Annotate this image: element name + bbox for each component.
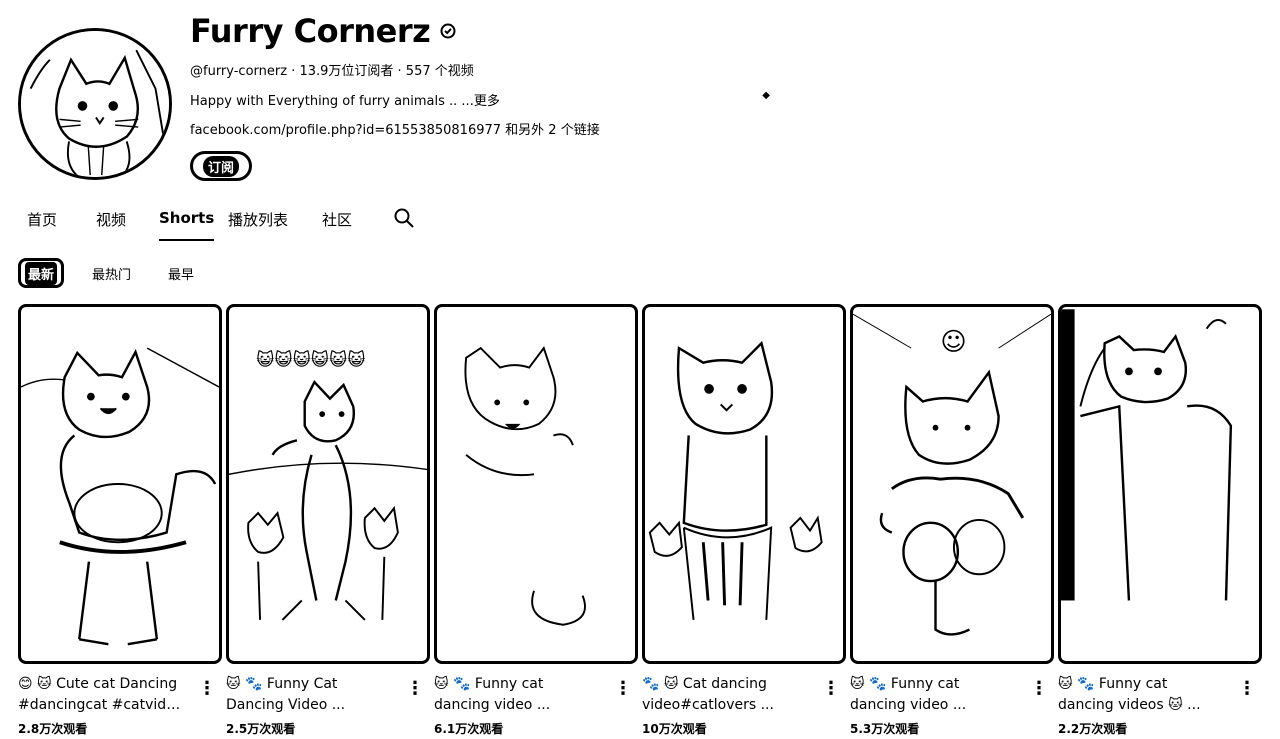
short-title[interactable]: 😊 🐱 Cute cat Dancing #dancingcat #catvid… xyxy=(18,674,186,716)
short-views: 10万次观看 xyxy=(642,722,707,736)
chip-oldest[interactable]: 最早 xyxy=(168,258,194,288)
short-views: 5.3万次观看 xyxy=(850,722,920,736)
thumb-overlay-emojis: 😺😺😺😺😺😺 xyxy=(256,350,365,371)
short-title-line: 🐾 🐱 Cat dancing xyxy=(642,676,767,692)
subscribe-label: 订阅 xyxy=(203,155,240,177)
chip-latest-label: 最新 xyxy=(25,261,58,285)
short-title-line: 🐱 🐾 Funny Cat xyxy=(226,676,338,692)
tab-videos[interactable]: 视频 xyxy=(96,200,126,240)
short-views: 6.1万次观看 xyxy=(434,722,504,736)
short-title-line: dancing video ... xyxy=(434,697,551,713)
short-title-line: 🐱 🐾 Funny cat xyxy=(1058,676,1168,692)
shorts-grid: 😊 🐱 Cute cat Dancing #dancingcat #catvid… xyxy=(18,304,1262,739)
unfold-icon[interactable]: ◆ xyxy=(762,90,770,109)
short-views: 2.2万次观看 xyxy=(1058,722,1128,736)
short-title-line: 😊 🐱 Cute cat Dancing xyxy=(18,676,178,692)
dancing-cat-image: ☺ xyxy=(853,313,1051,636)
short-title-line: video#catlovers ... xyxy=(642,697,774,713)
search-icon[interactable] xyxy=(393,207,415,229)
dancing-cat-image xyxy=(1061,309,1233,601)
short-card[interactable]: 🐱 🐾 Funny cat dancing video ... ⋮ 6.1万次观… xyxy=(434,304,638,736)
short-views: 2.8万次观看 xyxy=(18,722,88,736)
dancing-cat-image xyxy=(648,340,823,620)
more-vertical-icon[interactable]: ⋮ xyxy=(1030,680,1048,700)
more-vertical-icon[interactable]: ⋮ xyxy=(198,680,216,700)
chip-popular[interactable]: 最热门 xyxy=(92,258,131,288)
thumb-overlay-smiley: ☺ xyxy=(940,327,966,356)
verified-check-icon xyxy=(440,23,456,39)
short-thumbnail[interactable] xyxy=(642,304,846,664)
short-title[interactable]: 🐱 🐾 Funny Cat Dancing Video ... xyxy=(226,674,394,716)
short-thumbnail[interactable] xyxy=(18,304,222,664)
more-vertical-icon[interactable]: ⋮ xyxy=(1238,680,1256,700)
channel-meta: @furry-cornerz · 13.9万位订阅者 · 557 个视频 xyxy=(190,64,474,79)
more-vertical-icon[interactable]: ⋮ xyxy=(614,680,632,700)
short-thumbnail[interactable]: 😺😺😺😺😺😺 xyxy=(226,304,430,664)
dancing-cat-image: 😺😺😺😺😺😺 xyxy=(229,350,427,621)
short-title-line: dancing video ... xyxy=(850,697,967,713)
cat-avatar-image xyxy=(21,31,169,177)
more-vertical-icon[interactable]: ⋮ xyxy=(406,680,424,700)
chip-latest[interactable]: 最新 xyxy=(18,258,65,288)
subscribe-button[interactable]: 订阅 xyxy=(190,151,253,181)
short-title-line: dancing videos 🐱 ... xyxy=(1058,697,1201,713)
short-card[interactable]: ☺ 🐱 🐾 Funny cat dancing video ... ⋮ 5.3万… xyxy=(850,304,1054,736)
short-card[interactable]: 😊 🐱 Cute cat Dancing #dancingcat #catvid… xyxy=(18,304,222,736)
channel-description-row[interactable]: Happy with Everything of furry animals .… xyxy=(190,90,770,109)
channel-name: Furry Cornerz xyxy=(190,12,431,50)
channel-avatar[interactable] xyxy=(18,28,172,180)
dancing-cat-image xyxy=(464,346,586,626)
short-card[interactable]: 🐾 🐱 Cat dancing video#catlovers ... ⋮ 10… xyxy=(642,304,846,736)
short-card[interactable]: 🐱 🐾 Funny cat dancing videos 🐱 ... ⋮ 2.2… xyxy=(1058,304,1262,736)
short-title-line: #dancingcat #catvide... xyxy=(18,697,186,713)
dancing-cat-image xyxy=(21,347,219,646)
short-title[interactable]: 🐾 🐱 Cat dancing video#catlovers ... xyxy=(642,674,810,716)
more-vertical-icon[interactable]: ⋮ xyxy=(822,680,840,700)
tab-playlists[interactable]: 播放列表 xyxy=(228,200,288,240)
channel-title: Furry Cornerz xyxy=(190,12,456,50)
short-thumbnail[interactable] xyxy=(434,304,638,664)
short-title-line: 🐱 🐾 Funny cat xyxy=(434,676,544,692)
channel-links[interactable]: facebook.com/profile.php?id=615538508169… xyxy=(190,119,600,138)
short-title[interactable]: 🐱 🐾 Funny cat dancing video ... xyxy=(850,674,1018,716)
channel-description[interactable]: Happy with Everything of furry animals .… xyxy=(190,90,500,109)
short-title[interactable]: 🐱 🐾 Funny cat dancing video ... xyxy=(434,674,602,716)
tab-home[interactable]: 首页 xyxy=(27,200,57,240)
tab-shorts[interactable]: Shorts xyxy=(159,200,215,241)
short-thumbnail[interactable]: ☺ xyxy=(850,304,1054,664)
short-title-line: Dancing Video ... xyxy=(226,697,346,713)
short-title[interactable]: 🐱 🐾 Funny cat dancing videos 🐱 ... xyxy=(1058,674,1226,716)
tab-community[interactable]: 社区 xyxy=(322,200,352,240)
short-card[interactable]: 😺😺😺😺😺😺 🐱 🐾 Funny Cat Dancing Video ... ⋮… xyxy=(226,304,430,736)
short-title-line: 🐱 🐾 Funny cat xyxy=(850,676,960,692)
short-views: 2.5万次观看 xyxy=(226,722,296,736)
short-thumbnail[interactable] xyxy=(1058,304,1262,664)
